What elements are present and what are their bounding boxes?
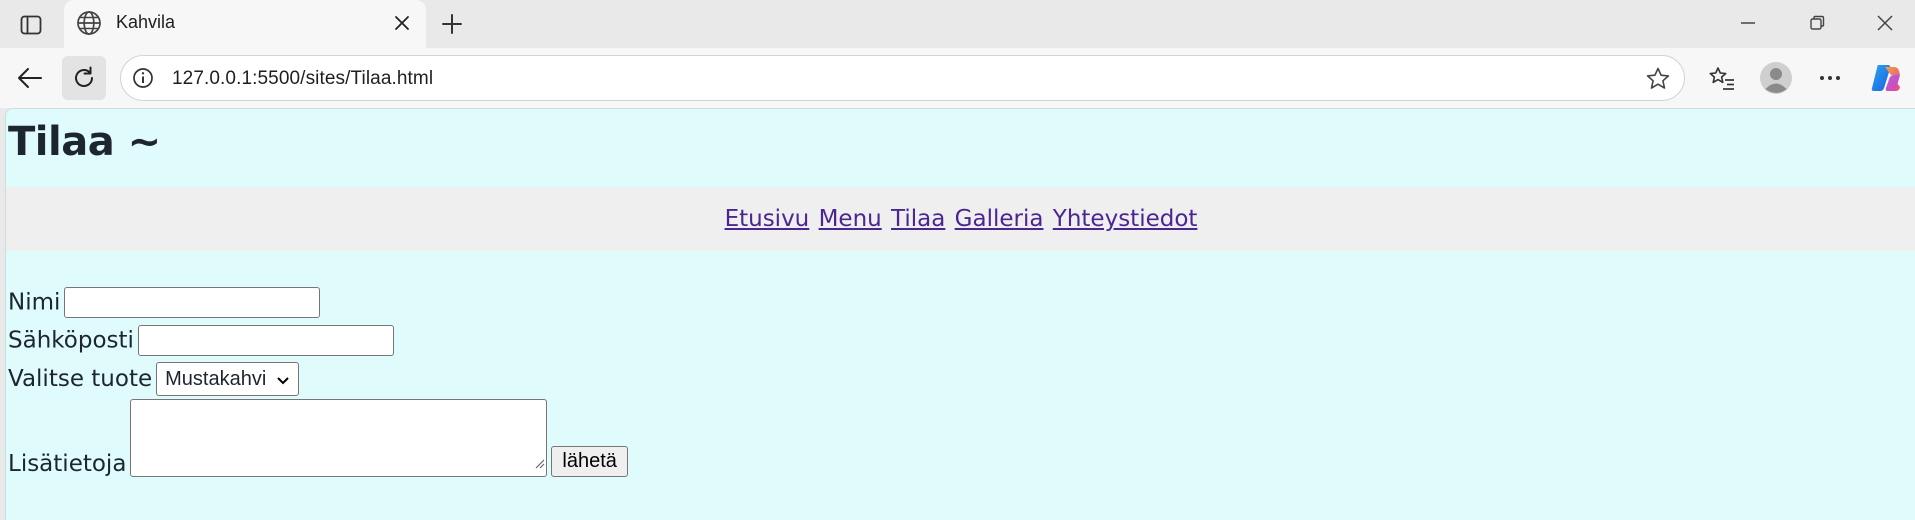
nav-link-galleria[interactable]: Galleria — [955, 206, 1044, 232]
chevron-down-icon — [276, 364, 290, 396]
nav-link-etusivu[interactable]: Etusivu — [725, 206, 810, 232]
site-info-icon[interactable] — [131, 66, 155, 90]
browser-toolbar: 127.0.0.1:5500/sites/Tilaa.html — [0, 48, 1915, 108]
browser-tab[interactable]: Kahvila — [64, 0, 426, 48]
reload-icon[interactable] — [62, 56, 106, 100]
profile-avatar-icon[interactable] — [1754, 56, 1798, 100]
email-label: Sähköposti — [8, 327, 134, 354]
minimize-icon[interactable] — [1728, 8, 1768, 38]
address-bar[interactable]: 127.0.0.1:5500/sites/Tilaa.html — [120, 55, 1685, 101]
info-textarea[interactable] — [130, 399, 548, 477]
product-selected-value: Mustakahvi — [165, 368, 267, 390]
email-input[interactable] — [137, 325, 394, 356]
info-row: Lisätietoja lähetä — [8, 399, 628, 477]
product-row: Valitse tuote Mustakahvi — [8, 362, 300, 396]
product-label: Valitse tuote — [8, 366, 153, 392]
page-viewport: Tilaa ~ Etusivu Menu Tilaa Galleria Yhte… — [5, 108, 1915, 520]
nav-link-yhteystiedot[interactable]: Yhteystiedot — [1053, 206, 1198, 232]
tab-strip: Kahvila — [0, 0, 1915, 48]
url-text[interactable]: 127.0.0.1:5500/sites/Tilaa.html — [172, 68, 433, 90]
back-icon[interactable] — [8, 56, 52, 100]
page-title: Tilaa ~ — [8, 119, 161, 165]
resize-grip-icon[interactable] — [533, 449, 545, 475]
product-select[interactable]: Mustakahvi — [156, 362, 300, 396]
tab-actions-icon — [20, 15, 42, 35]
favorites-list-icon[interactable] — [1700, 56, 1744, 100]
globe-icon — [76, 10, 102, 36]
close-window-icon[interactable] — [1865, 8, 1905, 38]
restore-icon[interactable] — [1797, 8, 1837, 38]
name-row: Nimi — [8, 287, 321, 318]
tab-title: Kahvila — [116, 12, 176, 32]
favorite-star-icon[interactable] — [1644, 65, 1672, 93]
info-label: Lisätietoja — [8, 451, 127, 477]
tab-actions-button[interactable] — [12, 10, 50, 40]
name-input[interactable] — [64, 287, 321, 318]
more-options-icon[interactable] — [1808, 56, 1852, 100]
nav-link-menu[interactable]: Menu — [819, 206, 882, 232]
site-nav: Etusivu Menu Tilaa Galleria Yhteystiedot — [6, 187, 1915, 251]
email-row: Sähköposti — [8, 325, 394, 356]
new-tab-icon[interactable] — [436, 8, 468, 40]
copilot-icon[interactable] — [1864, 56, 1908, 100]
name-label: Nimi — [8, 289, 61, 316]
close-tab-icon[interactable] — [390, 11, 414, 35]
nav-link-tilaa[interactable]: Tilaa — [891, 206, 945, 232]
submit-button[interactable]: lähetä — [551, 446, 628, 477]
